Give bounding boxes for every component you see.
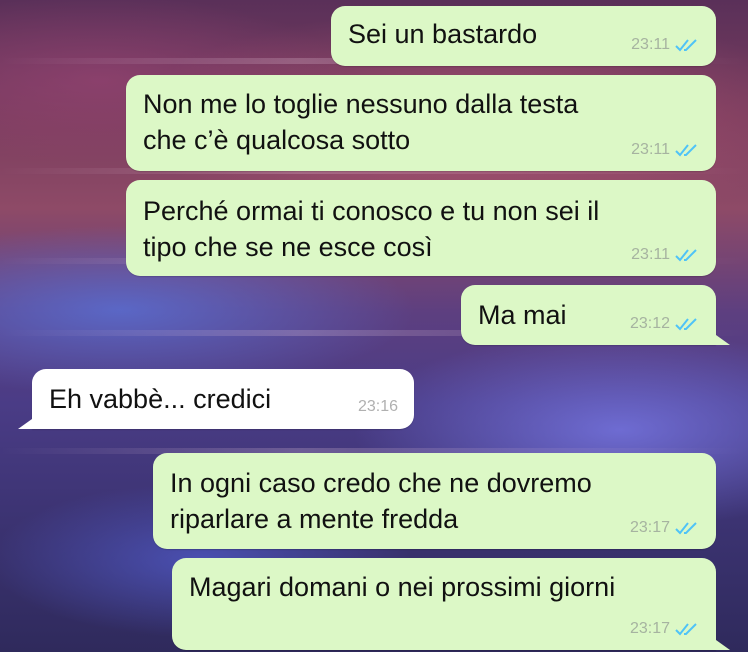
message-text: tipo che se ne esce così [143, 232, 433, 262]
message-text: In ogni caso credo che ne dovremo [170, 468, 592, 498]
message-meta: 23:17 [630, 519, 700, 537]
message-time: 23:12 [629, 315, 670, 332]
double-check-icon [675, 39, 697, 52]
message-text: Non me lo toglie nessuno dalla testa [143, 89, 579, 119]
message-bubble-incoming[interactable]: Eh vabbè... credici 23:16 [32, 369, 414, 429]
message-meta: 23:11 [631, 246, 700, 264]
message-meta: 23:11 [631, 141, 700, 159]
message-text: Magari domani o nei prossimi giorni [189, 572, 616, 602]
message-time: 23:17 [629, 519, 670, 536]
message-text: Ma mai [478, 300, 567, 330]
message-bubble-outgoing[interactable]: Non me lo toglie nessuno dalla testa che… [126, 75, 716, 171]
message-meta: 23:12 [630, 315, 700, 333]
message-meta: 23:11 [631, 36, 700, 54]
message-meta: 23:17 [630, 620, 700, 638]
message-bubble-outgoing[interactable]: In ogni caso credo che ne dovremo riparl… [153, 453, 716, 549]
message-text: che c’è qualcosa sotto [143, 125, 411, 155]
double-check-icon [675, 144, 697, 157]
message-bubble-outgoing[interactable]: Magari domani o nei prossimi giorni 23:1… [172, 558, 716, 650]
message-text: Perché ormai ti conosco e tu non sei il [143, 196, 600, 226]
message-meta: 23:16 [358, 398, 398, 416]
double-check-icon [675, 318, 697, 331]
message-time: 23:17 [629, 620, 670, 637]
message-time: 23:16 [357, 398, 398, 415]
message-text: Sei un bastardo [348, 19, 538, 49]
message-bubble-outgoing[interactable]: Ma mai 23:12 [461, 285, 716, 345]
message-bubble-outgoing[interactable]: Perché ormai ti conosco e tu non sei il … [126, 180, 716, 276]
message-text: Eh vabbè... credici [49, 384, 272, 414]
message-bubble-outgoing[interactable]: Sei un bastardo 23:11 [331, 6, 716, 66]
bubble-tail [716, 640, 730, 650]
message-time: 23:11 [631, 141, 670, 158]
message-time: 23:11 [631, 246, 670, 263]
double-check-icon [675, 249, 697, 262]
message-text: riparlare a mente fredda [170, 504, 459, 534]
bubble-tail [18, 419, 32, 429]
double-check-icon [675, 522, 697, 535]
double-check-icon [675, 623, 697, 636]
bubble-tail [716, 335, 730, 345]
message-time: 23:11 [631, 36, 670, 53]
